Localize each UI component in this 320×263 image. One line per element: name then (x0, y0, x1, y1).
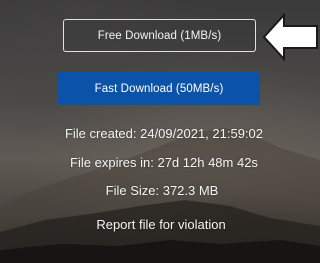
file-expires-text: File expires in: 27d 12h 48m 42s (70, 155, 258, 170)
fast-download-button[interactable]: Fast Download (50MB/s) (58, 72, 260, 105)
free-download-button[interactable]: Free Download (1MB/s) (63, 19, 256, 52)
report-file-link[interactable]: Report file for violation (1, 217, 320, 232)
file-size-text: File Size: 372.3 MB (105, 183, 219, 198)
left-arrow-icon (262, 12, 318, 62)
file-created-text: File created: 24/09/2021, 21:59:02 (64, 126, 264, 141)
